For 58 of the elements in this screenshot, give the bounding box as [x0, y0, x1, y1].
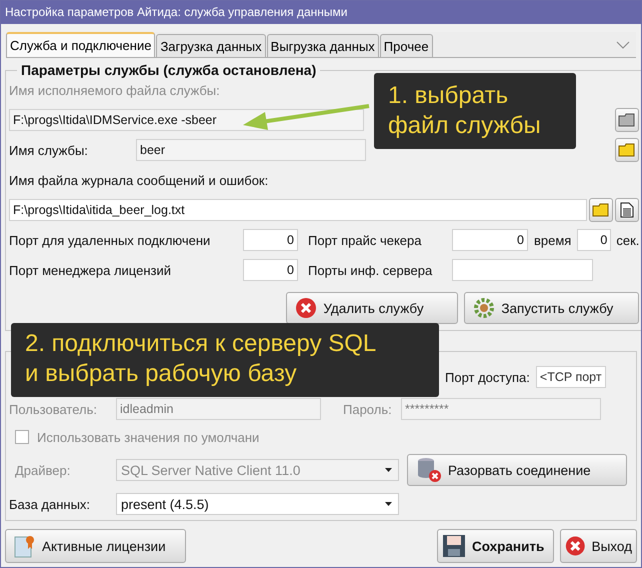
input-field[interactable]: ********* [401, 398, 601, 420]
input-field[interactable]: 0 [577, 229, 612, 251]
field-label: сек. [616, 232, 640, 248]
input-field[interactable]: <TCP порт [536, 366, 606, 388]
checkbox[interactable] [15, 430, 29, 444]
browse-button[interactable] [589, 198, 614, 222]
active-licenses-button[interactable]: Активные лицензии [5, 529, 186, 563]
browse-button[interactable] [615, 138, 640, 162]
field-label: Порт доступа: [445, 370, 530, 384]
field-label: Пароль: [343, 402, 393, 416]
annotation-tooltip: 1. выбрать файл службы [374, 73, 576, 149]
input-field[interactable]: F:\progs\Itida\itida_beer_log.txt [9, 199, 588, 221]
tab[interactable]: Выгрузка данных [266, 34, 379, 57]
close-icon [565, 534, 586, 558]
start-service-button[interactable]: Запустить службу [464, 292, 640, 324]
caret-icon [385, 502, 392, 506]
chevron-icon[interactable] [616, 40, 630, 48]
caret-icon [385, 468, 392, 472]
browse-button[interactable] [615, 108, 640, 132]
input-field[interactable]: 0 [243, 229, 298, 251]
input-field[interactable]: idleadmin [116, 398, 321, 420]
field-label: Порт прайс чекера [308, 232, 422, 248]
input-field[interactable]: 0 [452, 229, 528, 251]
tab[interactable]: Прочее [380, 34, 433, 57]
field-label: Пользователь: [9, 402, 98, 416]
document-icon [620, 202, 634, 218]
field-label: Драйвер: [14, 462, 72, 478]
folder-icon [592, 203, 610, 217]
window-title: Настройка параметров Айтида: служба управления данными [1, 1, 641, 24]
gear-icon [473, 297, 496, 319]
annotation-tooltip: 2. подключиться к серверу SQL и выбрать рабочую базу [11, 323, 439, 397]
checkbox-label: Использовать значения по умолчани [37, 430, 260, 444]
delete-service-button[interactable]: Удалить службу [286, 292, 458, 324]
input-field[interactable] [452, 259, 593, 281]
field-label: Имя исполняемого файла службы: [9, 82, 220, 98]
tab[interactable]: Загрузка данных [156, 34, 266, 57]
view-button[interactable] [615, 198, 640, 222]
input-field[interactable]: F:\progs\Itida\IDMService.exe -sbeer [9, 109, 364, 131]
disconnect-button[interactable]: Разорвать соединение [407, 454, 627, 486]
input-field[interactable]: beer [136, 139, 366, 161]
field-label: время [534, 232, 572, 248]
database-error-icon [416, 457, 442, 483]
field-label: Порт для удаленных подключени [9, 232, 212, 248]
save-button[interactable]: Сохранить [437, 529, 554, 563]
tab[interactable]: Служба и подключение [6, 32, 156, 57]
field-label: Порты инф. сервера [308, 262, 434, 278]
field-label: Порт менеджера лицензий [9, 262, 172, 278]
exit-button[interactable]: Выход [560, 529, 637, 563]
database-dropdown[interactable]: present (4.5.5) [116, 493, 399, 515]
field-label: Имя службы: [9, 142, 89, 158]
folder-icon [618, 143, 636, 157]
field-label: Имя файла журнала сообщений и ошибок: [9, 172, 268, 188]
error-icon [295, 297, 318, 319]
certificate-icon [14, 534, 36, 558]
folder-icon [618, 113, 636, 127]
group-title: Параметры службы (служба остановлена) [20, 62, 318, 78]
field-label: База данных: [9, 496, 92, 512]
input-field[interactable]: 0 [243, 259, 298, 281]
